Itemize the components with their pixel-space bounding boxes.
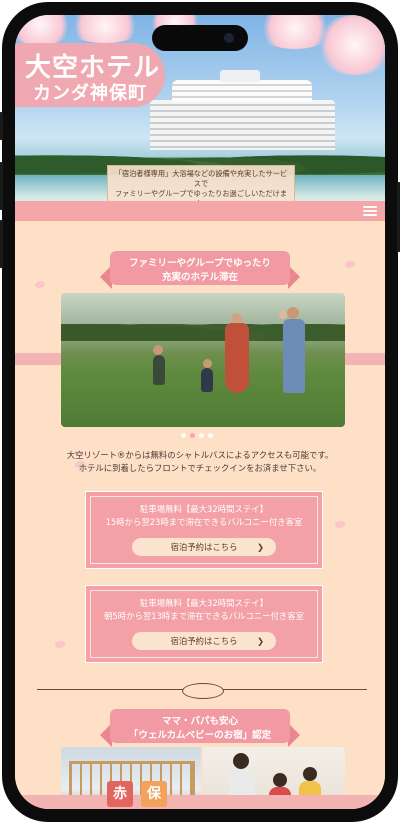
section-ribbon-baby: ママ・パパも安心 「ウェルカムベビーのお宿」認定 [100,709,300,747]
nav-bar [15,201,385,221]
carousel-dot-1[interactable] [181,433,186,438]
hero-caption-line1: 「宿泊者様専用」大浴場などの設備や充実したサービスで [114,169,288,188]
petal-decoration [55,641,65,648]
phone-frame: 大空ホテル カンダ神保町 「宿泊者様専用」大浴場などの設備や充実したサービスで … [0,2,400,822]
bottom-tag-1: 赤 [107,781,133,807]
plan-title: 駐車場無料【最大32時間ステイ】 [140,504,268,514]
cherry-blossom-decoration [315,15,385,75]
plan-subtitle: 15時から翌23時まで滞在できるバルコニー付き客室 [105,517,303,527]
plan-title: 駐車場無料【最大32時間ステイ】 [140,598,268,608]
petal-decoration [335,521,345,528]
petal-decoration [35,281,45,288]
volume-up-button [0,162,3,210]
access-line1: 大空リゾート®からは無料のシャトルバスによるアクセスも可能です。 [66,450,334,460]
mute-switch [0,112,3,140]
dynamic-island [152,25,248,51]
plan-subtitle: 朝5時から翌13時まで滞在できるバルコニー付き客室 [104,611,304,621]
ornamental-divider [37,683,367,699]
family-photo [61,293,345,427]
ribbon-line2: 「ウェルカムベビーのお宿」認定 [128,730,272,741]
ribbon-line1: ファミリーやグループでゆったり [129,258,271,269]
section-ribbon: ファミリーやグループでゆったり 充実のホテル滞在 [100,251,300,289]
plan-card-1: 駐車場無料【最大32時間ステイ】 15時から翌23時まで滞在できるバルコニー付き… [85,491,323,569]
bottom-tag-2: 保 [141,781,167,807]
reserve-button-1[interactable]: 宿泊予約はこちら ❯ [132,538,276,556]
ribbon-line1: ママ・パパも安心 [161,716,238,727]
ribbon-line2: 充実のホテル滞在 [161,272,238,283]
carousel-dot-2[interactable] [190,433,195,438]
camera-lens-icon [224,33,234,43]
access-description: 大空リゾート®からは無料のシャトルバスによるアクセスも可能です。 ホテルに到着し… [35,449,365,475]
volume-down-button [0,220,3,268]
carousel-dot-4[interactable] [208,433,213,438]
chevron-right-icon: ❯ [256,636,264,646]
reserve-button-2[interactable]: 宿泊予約はこちら ❯ [132,632,276,650]
cherry-blossom-decoration [65,15,145,43]
hotel-building-image [150,70,335,150]
reserve-button-label: 宿泊予約はこちら [170,636,238,646]
main-content: ファミリーやグループでゆったり 充実のホテル滞在 大空リゾート®からは無料のシャ… [15,221,385,809]
screen: 大空ホテル カンダ神保町 「宿泊者様専用」大浴場などの設備や充実したサービスで … [15,15,385,809]
chevron-right-icon: ❯ [256,542,264,552]
hotel-logo-location[interactable]: カンダ神保町 [33,79,147,105]
plan-card-2: 駐車場無料【最大32時間ステイ】 朝5時から翌13時まで滞在できるバルコニー付き… [85,585,323,663]
reserve-button-label: 宿泊予約はこちら [170,542,238,552]
carousel-dots [181,433,213,438]
decor-stripe-bottom [15,795,385,809]
hamburger-menu-icon[interactable] [363,204,377,218]
access-line2: ホテルに到着したらフロントでチェックインをお済ませ下さい。 [78,463,322,473]
petal-decoration [345,261,355,268]
carousel-dot-3[interactable] [199,433,204,438]
